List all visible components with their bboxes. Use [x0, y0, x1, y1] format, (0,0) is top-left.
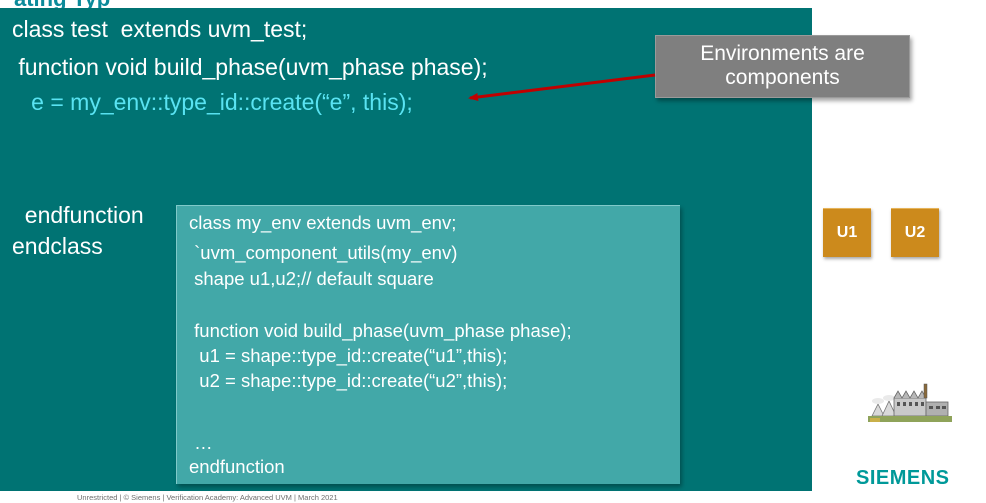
env-shape-decl-line: shape u1,u2;// default square — [189, 268, 434, 289]
callout-box: Environments are components — [655, 35, 910, 98]
callout-line-1: Environments are — [700, 42, 865, 65]
env-create-line: e = my_env::type_id::create(“e”, this); — [12, 89, 413, 115]
slide: ating Typ class test extends uvm_test; f… — [0, 0, 986, 503]
test-build-phase-line: function void build_phase(uvm_phase phas… — [12, 54, 488, 80]
env-class-line: class my_env extends uvm_env; — [189, 212, 457, 233]
env-code-panel: class my_env extends uvm_env; `uvm_compo… — [176, 205, 680, 484]
slide-title-text: ating Typ — [14, 0, 110, 8]
env-build-phase-line: function void build_phase(uvm_phase phas… — [189, 320, 572, 341]
test-endclass-line: endclass — [12, 233, 103, 259]
component-u2: U2 — [891, 208, 939, 257]
component-u1: U1 — [823, 208, 871, 257]
env-u2-create-line: u2 = shape::type_id::create(“u2”,this); — [189, 370, 508, 391]
siemens-logo: SIEMENS — [856, 467, 950, 489]
factory-icon — [868, 383, 952, 422]
env-ellipsis-line: … — [189, 432, 213, 453]
callout-line-2: components — [725, 66, 840, 89]
env-utils-line: `uvm_component_utils(my_env) — [189, 242, 458, 263]
test-endfunction-line: endfunction — [12, 202, 144, 228]
env-u1-create-line: u1 = shape::type_id::create(“u1”,this); — [189, 345, 508, 366]
test-class-line: class test extends uvm_test; — [12, 16, 308, 42]
env-endfunction-line: endfunction — [189, 456, 285, 477]
slide-title-fragment: ating Typ — [0, 0, 240, 8]
footer-notice: Unrestricted | © Siemens | Verification … — [77, 493, 338, 502]
